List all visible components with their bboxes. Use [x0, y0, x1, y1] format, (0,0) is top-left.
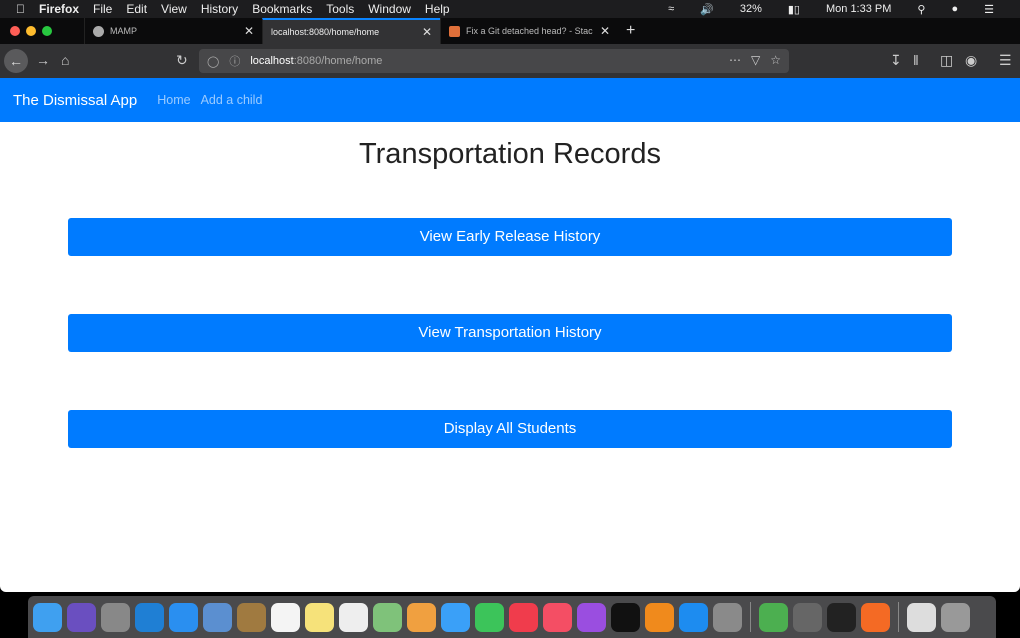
finder-icon[interactable] [33, 602, 62, 632]
appletv-icon[interactable] [611, 602, 640, 632]
window-controls [0, 18, 84, 44]
home-button[interactable]: ⌂ [61, 52, 69, 68]
forward-button[interactable]: → [36, 52, 50, 68]
url-text: localhost:8080/home/home [250, 55, 383, 67]
close-window-button[interactable] [10, 26, 20, 36]
reminders-icon[interactable] [339, 602, 368, 632]
menu-edit[interactable]: Edit [126, 2, 147, 16]
macos-dock [28, 596, 996, 638]
hamburger-menu-icon[interactable]: ☰ [999, 52, 1012, 69]
new-tab-button[interactable]: + [618, 18, 643, 44]
downloads-icon[interactable]: ↧ [890, 52, 902, 69]
siri-icon[interactable] [67, 602, 96, 632]
page-title: Transportation Records [359, 138, 661, 170]
pocket-icon[interactable]: ▽ [751, 53, 760, 67]
system-preferences-icon[interactable] [713, 602, 742, 632]
app-navbar: The Dismissal App Home Add a child [0, 78, 1020, 122]
macos-menubar:  Firefox File Edit View History Bookmar… [0, 0, 1020, 18]
tab-stackoverflow[interactable]: Fix a Git detached head? - Stac ✕ [440, 18, 618, 44]
view-early-release-history-button[interactable]: View Early Release History [68, 218, 952, 256]
preview-icon[interactable] [203, 602, 232, 632]
vscode-icon[interactable] [135, 602, 164, 632]
menu-file[interactable]: File [93, 2, 112, 16]
close-tab-icon[interactable]: ✕ [600, 24, 610, 38]
menu-help[interactable]: Help [425, 2, 450, 16]
brand-link[interactable]: The Dismissal App [13, 92, 137, 109]
tab-label: Fix a Git detached head? - Stac [466, 26, 593, 36]
podcasts-icon[interactable] [577, 602, 606, 632]
dock-separator [750, 602, 751, 632]
launchpad-icon[interactable] [101, 602, 130, 632]
tab-mamp[interactable]: MAMP ✕ [84, 18, 262, 44]
maps-icon[interactable] [373, 602, 402, 632]
volume-icon[interactable]: 🔊 [700, 3, 714, 16]
stackoverflow-favicon-icon [449, 25, 460, 37]
tab-localhost[interactable]: localhost:8080/home/home ✕ [262, 18, 440, 44]
books-icon[interactable] [645, 602, 674, 632]
news-icon[interactable] [509, 602, 538, 632]
menu-history[interactable]: History [201, 2, 238, 16]
facetime-icon[interactable] [475, 602, 504, 632]
close-tab-icon[interactable]: ✕ [244, 24, 254, 38]
page-actions-icon[interactable]: ⋯ [729, 53, 741, 67]
mamp-favicon-icon [93, 25, 104, 37]
appstore-icon[interactable] [679, 602, 708, 632]
dock-separator [898, 602, 899, 632]
sidebar-icon[interactable]: ◫ [940, 52, 953, 69]
tracking-shield-icon[interactable]: ◯ [207, 55, 219, 68]
calendar-icon[interactable] [271, 602, 300, 632]
messages-icon[interactable] [441, 602, 470, 632]
music-icon[interactable] [543, 602, 572, 632]
page-content: Transportation Records View Early Releas… [0, 122, 1020, 592]
back-button[interactable]: ← [4, 49, 28, 73]
zoom-window-button[interactable] [42, 26, 52, 36]
view-transportation-history-button[interactable]: View Transportation History [68, 314, 952, 352]
address-bar[interactable]: ◯ ⓘ localhost:8080/home/home ⋯ ▽ ☆ [199, 49, 789, 73]
clock[interactable]: Mon 1:33 PM [826, 3, 891, 15]
nav-home[interactable]: Home [157, 93, 190, 107]
reload-button[interactable]: ↻ [176, 52, 188, 69]
display-all-students-button[interactable]: Display All Students [68, 410, 952, 448]
menu-view[interactable]: View [161, 2, 187, 16]
notefile-icon[interactable] [237, 602, 266, 632]
firefox-icon[interactable] [861, 602, 890, 632]
minimize-window-button[interactable] [26, 26, 36, 36]
wifi-icon[interactable]: ≈ [668, 3, 674, 15]
tab-bar: MAMP ✕ localhost:8080/home/home ✕ Fix a … [0, 18, 1020, 44]
notes-icon[interactable] [305, 602, 334, 632]
account-icon[interactable]: ◉ [965, 52, 977, 69]
siri-icon[interactable]: ● [951, 3, 958, 15]
bookmark-star-icon[interactable]: ☆ [770, 53, 781, 67]
notification-center-icon[interactable]: ☰ [984, 3, 994, 16]
safari-icon[interactable] [169, 602, 198, 632]
trash-icon[interactable] [941, 602, 970, 632]
apple-menu-icon[interactable]:  [16, 2, 25, 16]
site-info-icon[interactable]: ⓘ [229, 53, 240, 69]
photos-icon[interactable] [407, 602, 436, 632]
mamp-icon[interactable] [793, 602, 822, 632]
menu-tools[interactable]: Tools [326, 2, 354, 16]
tab-label: localhost:8080/home/home [271, 27, 380, 37]
nav-add-child[interactable]: Add a child [201, 93, 263, 107]
battery-icon[interactable]: ▮▯ [788, 3, 800, 16]
browser-toolbar: ← → ⌂ ↻ ◯ ⓘ localhost:8080/home/home ⋯ ▽… [0, 44, 1020, 78]
menu-bookmarks[interactable]: Bookmarks [252, 2, 312, 16]
documents-icon[interactable] [907, 602, 936, 632]
battery-percent[interactable]: 32% [740, 3, 762, 15]
chrome-icon[interactable] [759, 602, 788, 632]
tab-label: MAMP [110, 26, 137, 36]
menu-firefox[interactable]: Firefox [39, 2, 79, 16]
spotlight-icon[interactable]: ⚲ [917, 3, 925, 16]
intellij-icon[interactable] [827, 602, 856, 632]
library-icon[interactable]: ‖ [913, 52, 919, 68]
menu-window[interactable]: Window [368, 2, 411, 16]
close-tab-icon[interactable]: ✕ [422, 25, 432, 39]
